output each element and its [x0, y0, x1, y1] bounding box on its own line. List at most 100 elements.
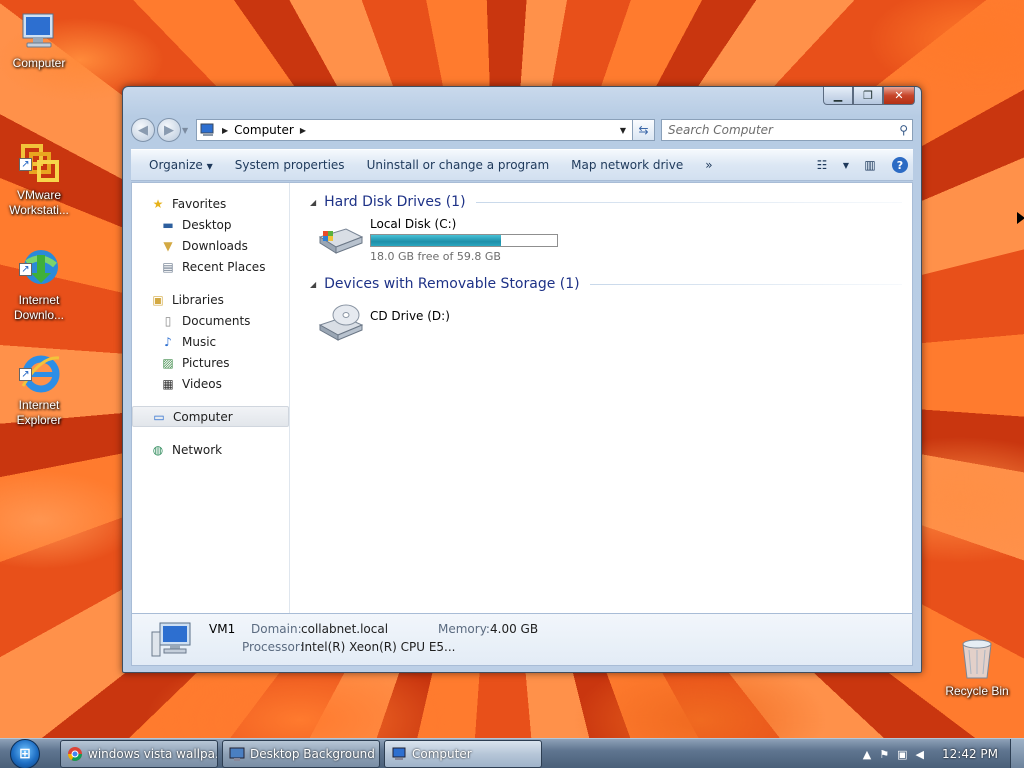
navigation-pane[interactable]: ★ Favorites ▬ Desktop ▼ Downloads ▤ Recent P… [132, 183, 290, 613]
help-button[interactable]: ? [887, 154, 913, 176]
desktop-icon-label: Internet Downlo... [13, 293, 65, 322]
nav-libraries[interactable]: ▣ Libraries [132, 289, 289, 310]
nav-label: Favorites [172, 196, 227, 211]
recycle-bin-icon [957, 636, 997, 680]
nav-favorites[interactable]: ★ Favorites [132, 193, 289, 214]
documents-icon: ▯ [164, 313, 172, 328]
desktop-icon-recycle-bin[interactable]: Recycle Bin [940, 636, 1014, 698]
map-network-drive-button[interactable]: Map network drive [563, 158, 691, 172]
nav-desktop[interactable]: ▬ Desktop [132, 214, 289, 235]
organize-label: Organize [149, 158, 203, 172]
system-properties-button[interactable]: System properties [227, 158, 353, 172]
address-dropdown-icon[interactable]: ▼ [614, 126, 632, 135]
internet-explorer-icon: ↗ [17, 337, 61, 393]
shortcut-arrow-icon: ↗ [19, 263, 32, 276]
chevron-down-icon: ▼ [206, 162, 213, 171]
nav-label: Documents [182, 313, 251, 328]
address-bar[interactable]: ▶ Computer ▶ ▼ [196, 119, 633, 141]
preview-pane-icon: ▥ [864, 158, 876, 172]
refresh-icon: ⇆ [638, 123, 649, 137]
minimize-button[interactable]: ▁ [823, 87, 853, 105]
notification-area: ▲ ⚑ ▣ ◀ 12:42 PM [859, 739, 1024, 768]
nav-recent-places[interactable]: ▤ Recent Places [132, 256, 289, 277]
volume-muted-icon[interactable]: ◀ [916, 748, 924, 761]
network-icon: ◍ [152, 442, 164, 457]
nav-music[interactable]: ♪ Music [132, 331, 289, 352]
chevron-down-icon: ▼ [842, 160, 850, 170]
nav-documents[interactable]: ▯ Documents [132, 310, 289, 331]
windows-logo-icon: ⊞ [10, 739, 40, 768]
nav-videos[interactable]: ▦ Videos [132, 373, 289, 394]
taskbar-button-label: Desktop Background [250, 747, 375, 761]
collapse-triangle-icon[interactable]: ◢ [310, 280, 316, 289]
desktop-icon-vmware[interactable]: ↗ VMware Workstati... [0, 112, 78, 233]
more-commands-button[interactable]: » [697, 158, 720, 172]
action-center-icon[interactable]: ⚑ [879, 748, 889, 761]
taskbar-button-computer[interactable]: Computer [384, 740, 542, 768]
shortcut-arrow-icon: ↗ [19, 158, 32, 171]
drive-free-space: 18.0 GB free of 59.8 GB [370, 250, 501, 263]
network-status-icon[interactable]: ▣ [897, 748, 907, 761]
search-input[interactable]: Search Computer ⚲ [661, 119, 913, 141]
view-dropdown-button[interactable]: ▼ [839, 154, 853, 176]
clock[interactable]: 12:42 PM [942, 747, 998, 761]
nav-label: Videos [182, 376, 222, 391]
nav-label: Computer [173, 409, 233, 424]
nav-network[interactable]: ◍ Network [132, 439, 289, 460]
breadcrumb-computer[interactable]: Computer [234, 123, 294, 137]
downloads-folder-icon: ▼ [163, 238, 173, 253]
nav-computer[interactable]: ▭ Computer [132, 406, 289, 427]
taskbar-button-desktop-background[interactable]: Desktop Background [222, 740, 380, 768]
internet-download-manager-icon: ↗ [17, 232, 61, 284]
desktop-icon-label: Recycle Bin [945, 684, 1009, 698]
desktop-background-icon [229, 747, 245, 761]
desktop-icon-ie[interactable]: ↗ Internet Explorer [0, 322, 78, 443]
show-hidden-icons-button[interactable]: ▲ [863, 748, 871, 761]
taskbar-button-chrome[interactable]: windows vista wallpa... [60, 740, 218, 768]
address-row: ◀ ▶ ▼ ▶ Computer ▶ ▼ ⇆ Search Computer ⚲ [131, 117, 913, 143]
nav-pictures[interactable]: ▨ Pictures [132, 352, 289, 373]
details-pane: VM1 Domain: collabnet.local Memory: 4.00… [131, 614, 913, 666]
recent-pages-dropdown[interactable]: ▼ [182, 126, 192, 135]
restore-button[interactable]: ❐ [853, 87, 883, 105]
computer-name: VM1 [209, 622, 236, 636]
change-view-button[interactable]: ☷ [809, 154, 835, 176]
computer-icon [392, 747, 406, 760]
organize-button[interactable]: Organize ▼ [141, 158, 221, 172]
forward-button[interactable]: ▶ [157, 118, 181, 142]
drive-cd-d[interactable]: CD Drive (D:) [316, 295, 912, 353]
preview-pane-button[interactable]: ▥ [857, 154, 883, 176]
file-list[interactable]: ◢ Hard Disk Drives (1) Local Disk (C:) 1… [302, 183, 912, 613]
nav-downloads[interactable]: ▼ Downloads [132, 235, 289, 256]
nav-label: Network [172, 442, 223, 457]
group-header-removable[interactable]: ◢ Devices with Removable Storage (1) [310, 273, 912, 295]
uninstall-program-button[interactable]: Uninstall or change a program [359, 158, 558, 172]
nav-label: Libraries [172, 292, 224, 307]
refresh-button[interactable]: ⇆ [633, 119, 655, 141]
minimize-icon: ▁ [833, 89, 843, 102]
vmware-icon: ↗ [17, 127, 61, 182]
search-placeholder: Search Computer [668, 123, 773, 137]
close-button[interactable]: ✕ [883, 87, 915, 105]
nav-label: Recent Places [182, 259, 266, 274]
memory-label: Memory: [438, 622, 490, 636]
desktop-icon-idm[interactable]: ↗ Internet Downlo... [0, 217, 78, 338]
collapse-triangle-icon[interactable]: ◢ [310, 198, 316, 207]
taskbar-button-label: windows vista wallpa... [88, 747, 218, 761]
explorer-window[interactable]: ▁ ❐ ✕ ◀ ▶ ▼ ▶ Computer ▶ ▼ ⇆ Search Comp… [122, 86, 922, 673]
show-desktop-button[interactable] [1010, 739, 1024, 768]
desktop-icon-label: Computer [12, 56, 66, 70]
view-options-icon: ☷ [816, 158, 828, 172]
start-button[interactable]: ⊞ [6, 739, 44, 768]
drive-local-disk-c[interactable]: Local Disk (C:) 18.0 GB free of 59.8 GB [316, 213, 912, 271]
breadcrumb-separator-icon[interactable]: ▶ [300, 126, 306, 135]
group-title: Devices with Removable Storage (1) [324, 276, 580, 292]
desktop-icon: ▬ [162, 217, 174, 232]
group-header-hard-disks[interactable]: ◢ Hard Disk Drives (1) [310, 191, 912, 213]
desktop-icon-computer[interactable]: Computer [0, 10, 78, 71]
computer-icon [150, 620, 194, 660]
recent-places-icon: ▤ [162, 259, 174, 274]
back-button[interactable]: ◀ [131, 118, 155, 142]
breadcrumb-separator-icon[interactable]: ▶ [222, 126, 228, 135]
nav-label: Music [182, 334, 217, 349]
